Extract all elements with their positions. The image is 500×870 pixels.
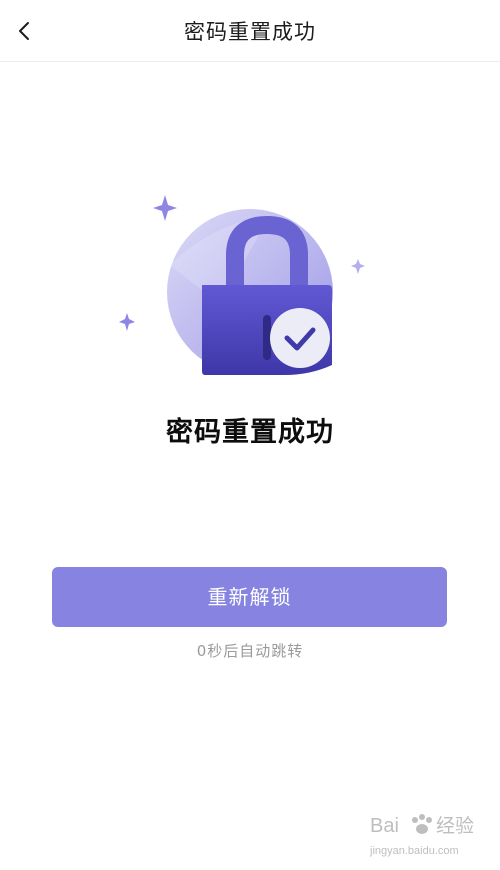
baidu-jingyan-watermark: Bai 经验 jingyan.baidu.com <box>369 814 474 857</box>
sparkle-icon <box>153 195 177 221</box>
sparkle-icon <box>119 313 135 331</box>
sparkle-icon <box>351 259 365 274</box>
lock-keyhole <box>263 315 271 360</box>
auto-redirect-countdown: 0秒后自动跳转 <box>196 642 304 660</box>
watermark-domain: jingyan.baidu.com <box>369 845 459 857</box>
check-badge <box>270 308 330 368</box>
watermark-brand-suffix: 经验 <box>436 815 474 837</box>
paw-icon <box>412 814 432 834</box>
lock-check-icon <box>119 195 365 375</box>
unlock-again-button[interactable]: 重新解锁 <box>52 567 447 627</box>
watermark-brand: Bai <box>370 815 399 837</box>
result-title: 密码重置成功 <box>166 417 334 448</box>
page-title: 密码重置成功 <box>184 20 316 44</box>
top-nav-bar: 密码重置成功 <box>0 0 500 62</box>
